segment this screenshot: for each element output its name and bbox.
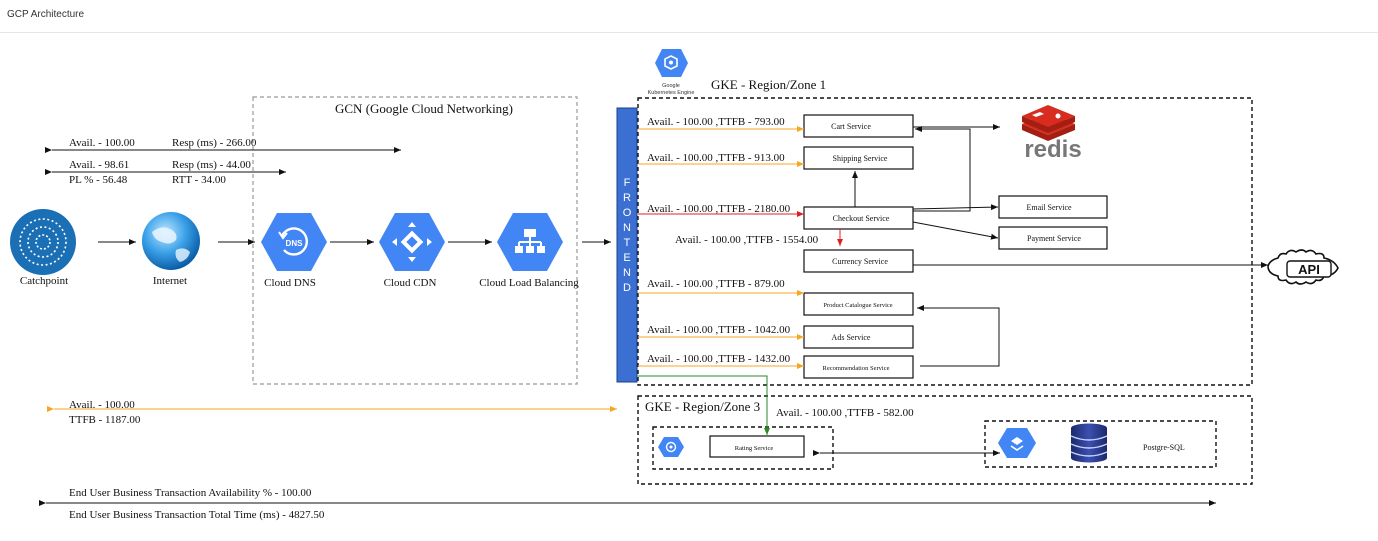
shipping-service-label: Shipping Service xyxy=(833,154,888,163)
api-label: API xyxy=(1298,262,1320,277)
product-catalogue-service-box: Product Catalogue Service xyxy=(803,292,914,316)
metric-ads: Avail. - 100.00 ,TTFB - 1042.00 xyxy=(647,324,791,336)
cloud-load-balancing-icon xyxy=(497,213,563,271)
rating-cluster-icon xyxy=(658,437,684,457)
gke-zone1-title: GKE - Region/Zone 1 xyxy=(711,77,826,92)
catchpoint-icon xyxy=(10,209,76,275)
arrow-checkout-cart xyxy=(913,126,971,212)
internet-label: Internet xyxy=(153,275,187,287)
metric-currency: Avail. - 100.00 ,TTFB - 1554.00 xyxy=(675,234,819,246)
recommendation-service-label: Recommendation Service xyxy=(823,365,890,372)
metric-product: Avail. - 100.00 ,TTFB - 879.00 xyxy=(647,278,785,290)
cart-service-label: Cart Service xyxy=(831,122,871,131)
frontend-letter-n: N xyxy=(623,222,631,234)
metric-2-resp: Resp (ms) - 44.00 xyxy=(172,159,251,171)
architecture-diagram: GCN (Google Cloud Networking) GKE - Regi… xyxy=(10,49,1339,521)
metric-cart: Avail. - 100.00 ,TTFB - 793.00 xyxy=(647,116,785,128)
catchpoint-label: Catchpoint xyxy=(20,275,68,287)
arrow-checkout-payment xyxy=(912,221,999,240)
frontend-letter-f: F xyxy=(624,177,631,189)
cloud-dns-icon: DNS xyxy=(261,213,327,271)
metric-rating: Avail. - 100.00 ,TTFB - 582.00 xyxy=(776,407,914,419)
ads-service-box: Ads Service xyxy=(803,325,914,349)
currency-service-box: Currency Service xyxy=(803,249,914,273)
arrow-recommendation-product xyxy=(917,305,1000,367)
cloud-cdn-label: Cloud CDN xyxy=(384,277,437,289)
checkout-service-box: Checkout Service xyxy=(803,206,914,230)
cloud-cdn-icon xyxy=(379,213,445,271)
arrow-checkout-email xyxy=(912,204,999,211)
redis-logo-icon: redis xyxy=(1022,105,1082,163)
gke-zone3-title: GKE - Region/Zone 3 xyxy=(645,399,760,414)
metric-2-rtt: RTT - 34.00 xyxy=(172,174,226,186)
internet-globe-icon xyxy=(142,212,200,270)
frontend-letter-n2: N xyxy=(623,267,631,279)
frontend-letter-e: E xyxy=(623,252,630,264)
frontend-letter-t: T xyxy=(624,237,631,249)
dns-badge: DNS xyxy=(286,239,304,248)
metric-recommendation: Avail. - 100.00 ,TTFB - 1432.00 xyxy=(647,353,791,365)
postgres-cluster-icon xyxy=(998,428,1036,458)
metric-shipping: Avail. - 100.00 ,TTFB - 913.00 xyxy=(647,152,785,164)
metric-frontend-ttfb: TTFB - 1187.00 xyxy=(69,414,141,426)
product-catalogue-service-label: Product Catalogue Service xyxy=(823,302,892,309)
end-user-availability: End User Business Transaction Availabili… xyxy=(69,487,312,499)
recommendation-service-box: Recommendation Service xyxy=(803,355,914,379)
gke-icon-caption-line1: Google xyxy=(662,83,680,89)
currency-service-label: Currency Service xyxy=(832,257,888,266)
ads-service-label: Ads Service xyxy=(832,333,871,342)
payment-service-box: Payment Service xyxy=(998,226,1108,250)
gke-icon-caption-line2: Kubernetes Engine xyxy=(648,90,695,96)
frontend-letter-r: R xyxy=(623,192,631,204)
checkout-service-label: Checkout Service xyxy=(833,214,890,223)
redis-wordmark: redis xyxy=(1024,136,1081,163)
frontend-letter-d: D xyxy=(623,282,631,294)
rating-service-box: Rating Service xyxy=(709,435,805,458)
payment-service-label: Payment Service xyxy=(1027,234,1081,243)
gcn-title: GCN (Google Cloud Networking) xyxy=(335,101,513,116)
metric-checkout: Avail. - 100.00 ,TTFB - 2180.00 xyxy=(647,203,791,215)
cart-service-box: Cart Service xyxy=(803,114,914,138)
rating-service-label: Rating Service xyxy=(735,445,774,452)
end-user-total-time: End User Business Transaction Total Time… xyxy=(69,509,325,521)
metric-1-resp: Resp (ms) - 266.00 xyxy=(172,137,257,149)
metric-2-avail: Avail. - 98.61 xyxy=(69,159,129,171)
shipping-service-box: Shipping Service xyxy=(803,146,914,170)
email-service-box: Email Service xyxy=(998,195,1108,219)
cloud-dns-label: Cloud DNS xyxy=(264,277,316,289)
api-icon: API xyxy=(1267,249,1339,285)
cloud-load-balancing-label: Cloud Load Balancing xyxy=(479,277,579,289)
metric-1-avail: Avail. - 100.00 xyxy=(69,137,135,149)
metric-frontend-avail: Avail. - 100.00 xyxy=(69,399,135,411)
frontend-letter-o: O xyxy=(623,207,632,219)
postgres-database-icon xyxy=(1070,423,1108,463)
email-service-label: Email Service xyxy=(1026,203,1072,212)
postgres-label: Postgre-SQL xyxy=(1143,443,1185,452)
metric-2-pl: PL % - 56.48 xyxy=(69,174,128,186)
kubernetes-engine-icon xyxy=(655,49,688,77)
